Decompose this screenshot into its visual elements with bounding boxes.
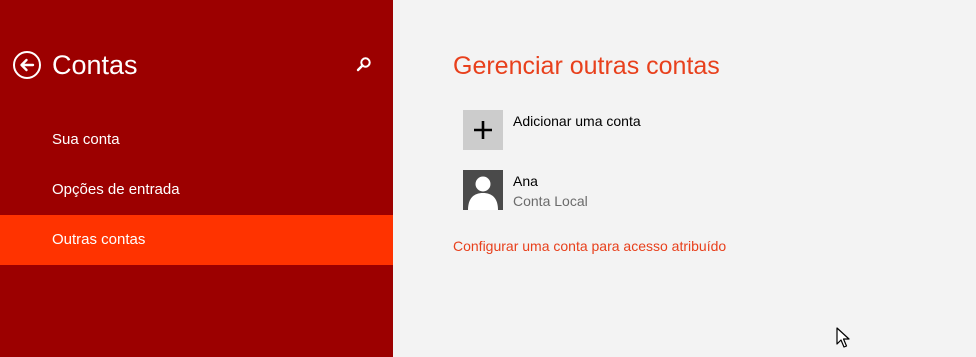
user-avatar-icon — [463, 170, 503, 210]
sidebar-item-opcoes-de-entrada[interactable]: Opções de entrada — [0, 165, 393, 215]
add-account-label: Adicionar uma conta — [513, 113, 641, 129]
sidebar-title: Contas — [52, 50, 138, 80]
sidebar-item-sua-conta[interactable]: Sua conta — [0, 115, 393, 165]
account-name: Ana — [513, 173, 538, 189]
sidebar-item-label: Sua conta — [52, 131, 120, 148]
account-type: Conta Local — [513, 193, 588, 209]
sidebar-item-label: Outras contas — [52, 231, 146, 248]
account-item-ana[interactable]: Ana Conta Local — [463, 170, 723, 210]
sidebar: Contas Sua conta Opções de entrada Outra… — [0, 0, 393, 357]
add-account-button[interactable]: Adicionar uma conta — [463, 110, 723, 150]
search-icon[interactable] — [355, 56, 373, 74]
sidebar-item-label: Opções de entrada — [52, 181, 180, 198]
mouse-pointer-icon — [836, 327, 850, 349]
assigned-access-link[interactable]: Configurar uma conta para acesso atribuí… — [453, 236, 726, 256]
settings-window: Contas Sua conta Opções de entrada Outra… — [0, 0, 976, 357]
main-content: Gerenciar outras contas Adicionar uma co… — [393, 0, 976, 357]
plus-icon — [463, 110, 503, 150]
back-arrow-icon[interactable] — [12, 50, 42, 80]
page-title: Gerenciar outras contas — [453, 52, 720, 80]
sidebar-item-outras-contas[interactable]: Outras contas — [0, 215, 393, 265]
